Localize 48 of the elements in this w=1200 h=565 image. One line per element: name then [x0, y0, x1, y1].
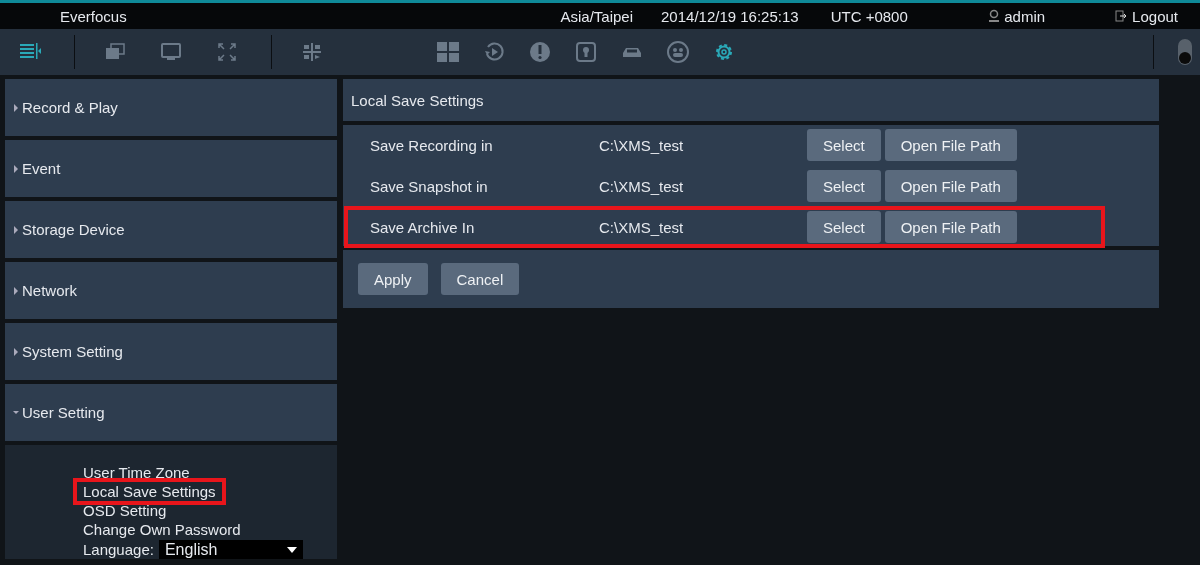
select-button[interactable]: Select: [807, 170, 881, 202]
action-button[interactable]: Cancel: [440, 263, 520, 295]
setting-label: Save Snapshot in: [370, 177, 489, 195]
datetime: 2014/12/19 16:25:13: [661, 7, 799, 25]
submenu-item[interactable]: User Time Zone: [77, 463, 196, 482]
open-path-button[interactable]: Open File Path: [884, 211, 1017, 243]
caret-right-icon: [13, 347, 19, 356]
folder-path: C:\XMS_test: [599, 218, 685, 236]
submenu-item[interactable]: Change Own Password: [77, 520, 247, 539]
user-icon: [988, 9, 1001, 23]
sidebar-item[interactable]: User Setting: [5, 384, 337, 441]
fullscreen-icon[interactable]: [215, 40, 239, 64]
submenu-item[interactable]: OSD Setting: [77, 501, 173, 520]
caret-right-icon: [13, 103, 19, 112]
sidebar-item[interactable]: Event: [5, 140, 337, 197]
caret-right-icon: [13, 225, 19, 234]
keyhole-icon[interactable]: [574, 40, 598, 64]
folder-path: C:\XMS_test: [599, 136, 685, 154]
timezone: Asia/Taipei: [560, 7, 633, 25]
setting-label: Save Recording in: [370, 136, 494, 154]
logout-icon: [1115, 10, 1128, 22]
layout-icon[interactable]: [300, 40, 324, 64]
folder-path: C:\XMS_test: [599, 177, 685, 195]
select-button[interactable]: Select: [807, 129, 881, 161]
caret-down-icon: [286, 546, 297, 553]
sidebar-item[interactable]: Storage Device: [5, 201, 337, 258]
logout-link[interactable]: Logout: [1115, 7, 1178, 25]
setting-label: Save Archive In: [370, 218, 476, 236]
playback-icon[interactable]: [482, 40, 506, 64]
open-path-button[interactable]: Open File Path: [884, 129, 1017, 161]
utc-offset: UTC +0800: [830, 7, 908, 25]
caret-right-icon: [13, 164, 19, 173]
toggle-switch[interactable]: [1178, 39, 1192, 65]
panel-title: Local Save Settings: [343, 79, 1159, 121]
grid-icon[interactable]: [436, 40, 460, 64]
language-dropdown[interactable]: English: [158, 540, 303, 559]
alert-icon[interactable]: [528, 40, 552, 64]
caret-down-icon: [13, 408, 19, 417]
sidebar-item[interactable]: Network: [5, 262, 337, 319]
open-path-button[interactable]: Open File Path: [884, 170, 1017, 202]
brand-name: Everfocus: [60, 7, 128, 25]
sidebar-item[interactable]: Record & Play: [5, 79, 337, 136]
sidebar-item[interactable]: System Setting: [5, 323, 337, 380]
action-button[interactable]: Apply: [358, 263, 428, 295]
username: admin: [1004, 7, 1046, 25]
language-label: Language:: [83, 540, 154, 559]
caret-right-icon: [13, 286, 19, 295]
select-button[interactable]: Select: [807, 211, 881, 243]
